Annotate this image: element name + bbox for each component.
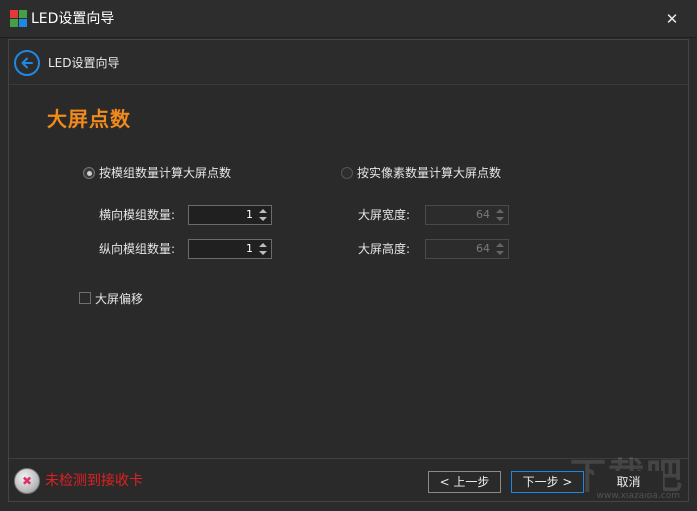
receiver-card-status: 未检测到接收卡 xyxy=(45,473,143,489)
v-modules-stepper[interactable] xyxy=(256,240,270,258)
screen-height-down-icon[interactable] xyxy=(496,251,504,255)
wizard-header-title: LED设置向导 xyxy=(48,56,120,70)
radio-by-pixel[interactable] xyxy=(341,167,353,179)
cancel-button[interactable]: 取消 xyxy=(594,471,663,493)
close-button[interactable]: ✕ xyxy=(661,8,683,30)
v-modules-value[interactable]: 1 xyxy=(246,242,253,256)
h-modules-stepper[interactable] xyxy=(256,206,270,224)
page-title: 大屏点数 xyxy=(47,107,131,131)
back-arrow-icon xyxy=(21,57,33,69)
wizard-header: LED设置向导 xyxy=(9,40,688,85)
app-logo-icon xyxy=(10,10,27,27)
screen-height-spinbox[interactable]: 64 xyxy=(425,239,509,259)
screen-height-up-icon[interactable] xyxy=(496,243,504,247)
h-modules-spinbox[interactable]: 1 xyxy=(188,205,272,225)
title-bar: LED设置向导 ✕ xyxy=(0,0,697,38)
v-modules-label: 纵向模组数量: xyxy=(99,242,176,256)
window-title: LED设置向导 xyxy=(31,11,115,27)
receiver-card-status-icon: ✖ xyxy=(14,468,40,494)
screen-offset-label[interactable]: 大屏偏移 xyxy=(95,291,143,307)
back-button[interactable] xyxy=(14,50,40,76)
close-icon: ✕ xyxy=(665,10,679,28)
h-modules-label: 横向模组数量: xyxy=(99,208,176,222)
screen-width-stepper[interactable] xyxy=(493,206,507,224)
v-modules-up-icon[interactable] xyxy=(259,243,267,247)
screen-width-down-icon[interactable] xyxy=(496,217,504,221)
screen-width-up-icon[interactable] xyxy=(496,209,504,213)
h-modules-down-icon[interactable] xyxy=(259,217,267,221)
radio-by-pixel-label[interactable]: 按实像素数量计算大屏点数 xyxy=(357,165,501,181)
h-modules-up-icon[interactable] xyxy=(259,209,267,213)
wizard-panel: LED设置向导 大屏点数 按模组数量计算大屏点数 按实像素数量计算大屏点数 横向… xyxy=(8,39,689,502)
v-modules-spinbox[interactable]: 1 xyxy=(188,239,272,259)
screen-width-value[interactable]: 64 xyxy=(476,208,490,222)
screen-height-label: 大屏高度: xyxy=(358,242,411,256)
screen-width-label: 大屏宽度: xyxy=(358,208,411,222)
screen-width-spinbox[interactable]: 64 xyxy=(425,205,509,225)
screen-offset-checkbox[interactable] xyxy=(79,292,91,304)
previous-button[interactable]: < 上一步 xyxy=(428,471,501,493)
next-button[interactable]: 下一步 > xyxy=(511,471,584,493)
h-modules-value[interactable]: 1 xyxy=(246,208,253,222)
radio-by-module[interactable] xyxy=(83,167,95,179)
v-modules-down-icon[interactable] xyxy=(259,251,267,255)
screen-height-value[interactable]: 64 xyxy=(476,242,490,256)
radio-by-module-label[interactable]: 按模组数量计算大屏点数 xyxy=(99,165,231,181)
screen-height-stepper[interactable] xyxy=(493,240,507,258)
